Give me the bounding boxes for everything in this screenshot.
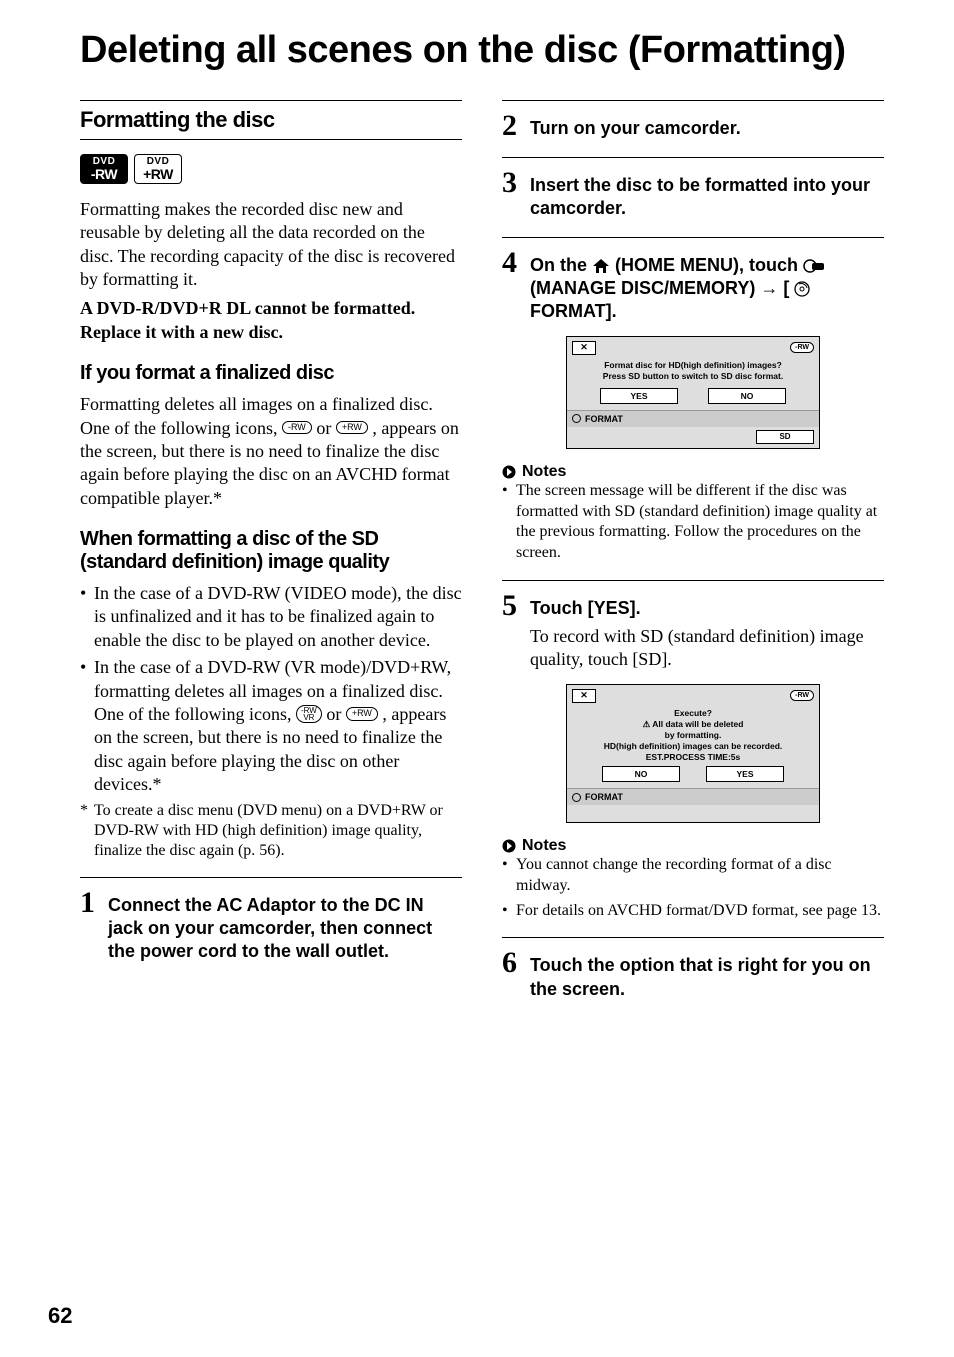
no-button: NO: [602, 766, 680, 782]
yes-button: YES: [706, 766, 784, 782]
no-button: NO: [708, 388, 786, 404]
step-2: 2 Turn on your camcorder.: [502, 111, 884, 141]
footnote: * To create a disc menu (DVD menu) on a …: [80, 801, 462, 861]
subhead-finalized: If you format a finalized disc: [80, 362, 462, 385]
plus-rw-icon: +RW: [346, 707, 378, 721]
section-heading: Formatting the disc: [80, 100, 462, 140]
manage-disc-icon: [803, 259, 825, 273]
sd-button: SD: [756, 430, 814, 444]
list-item: • For details on AVCHD format/DVD format…: [502, 901, 884, 922]
home-icon: [592, 258, 610, 274]
screenshot-format-prompt: ✕ -RW Format disc for HD(high definition…: [566, 336, 820, 449]
close-icon: ✕: [572, 341, 596, 355]
page-number: 62: [48, 1303, 72, 1329]
minus-rw-vr-icon: -RWVR: [296, 705, 322, 723]
finalized-paragraph: Formatting deletes all images on a final…: [80, 393, 462, 510]
step-6: 6 Touch the option that is right for you…: [502, 948, 884, 1001]
rw-indicator: -RW: [790, 690, 814, 701]
yes-button: YES: [600, 388, 678, 404]
notes-icon: [502, 465, 516, 479]
subhead-sd-quality: When formatting a disc of the SD (standa…: [80, 528, 462, 574]
notes-icon: [502, 839, 516, 853]
list-item: • In the case of a DVD-RW (VR mode)/DVD+…: [80, 656, 462, 796]
screenshot-execute-prompt: ✕ -RW Execute? ⚠ All data will be delete…: [566, 684, 820, 823]
disc-format-icon: [794, 281, 810, 297]
disc-icon: [572, 793, 581, 802]
close-icon: ✕: [572, 689, 596, 703]
step-3: 3 Insert the disc to be formatted into y…: [502, 168, 884, 221]
plus-rw-icon: +RW: [336, 421, 368, 435]
list-item: • In the case of a DVD-RW (VIDEO mode), …: [80, 582, 462, 652]
step-5: 5 Touch [YES].: [502, 591, 884, 621]
step-1: 1 Connect the AC Adaptor to the DC IN ja…: [80, 888, 462, 964]
notes-heading: Notes: [502, 837, 884, 855]
intro-paragraph: Formatting makes the recorded disc new a…: [80, 198, 462, 292]
intro-warning: A DVD-R/DVD+R DL cannot be formatted. Re…: [80, 297, 462, 344]
notes-heading: Notes: [502, 463, 884, 481]
list-item: • The screen message will be different i…: [502, 481, 884, 564]
step-4: 4 On the (HOME MENU), touch (MANAGE DISC…: [502, 248, 884, 324]
step-5-sub: To record with SD (standard definition) …: [530, 625, 884, 672]
list-item: • You cannot change the recording format…: [502, 855, 884, 897]
disc-icon: [572, 414, 581, 423]
rw-indicator: -RW: [790, 342, 814, 353]
disc-type-badges: DVD -RW DVD +RW: [80, 154, 462, 184]
page-title: Deleting all scenes on the disc (Formatt…: [80, 30, 884, 72]
badge-dvd-minus-rw: DVD -RW: [80, 154, 128, 184]
badge-dvd-plus-rw: DVD +RW: [134, 154, 182, 184]
minus-rw-icon: -RW: [282, 421, 312, 435]
